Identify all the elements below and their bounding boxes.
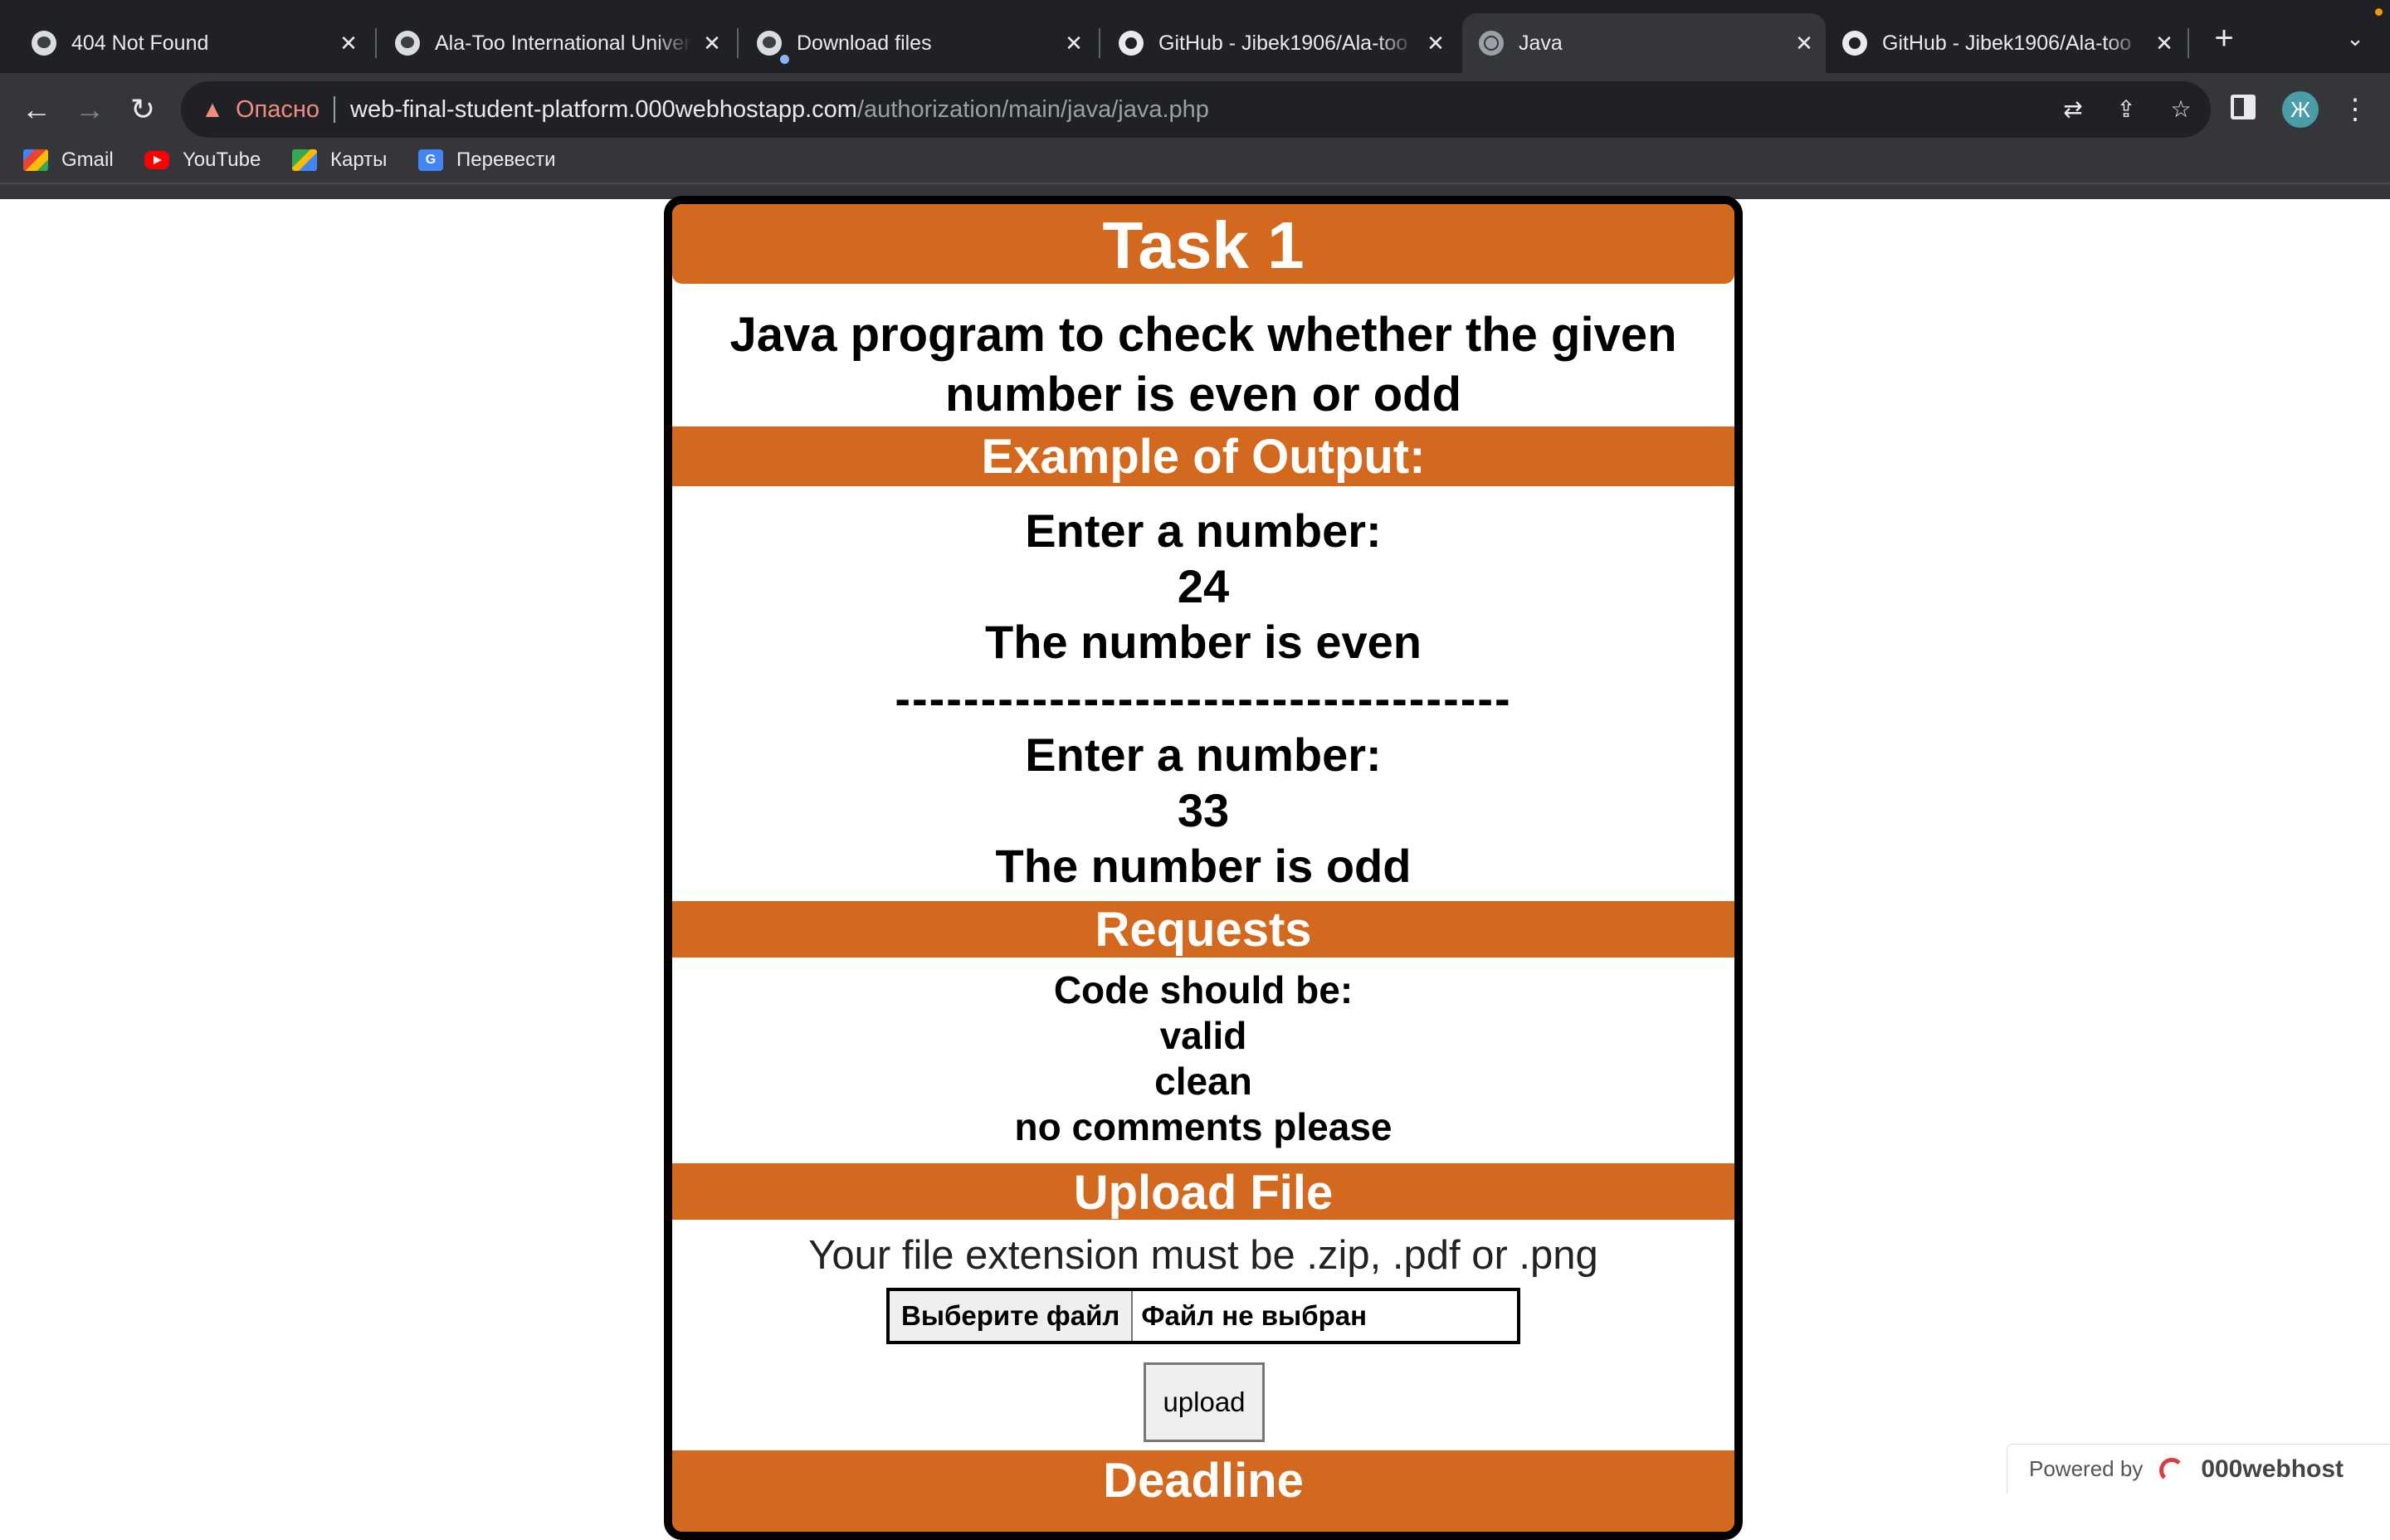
close-icon[interactable]: ✕ <box>1061 30 1087 56</box>
new-tab-button[interactable]: + <box>2207 22 2241 55</box>
example-separator: ------------------------------------ <box>895 672 1512 724</box>
bookmark-label: Gmail <box>61 149 114 171</box>
example1-prompt: Enter a number: <box>1025 504 1382 557</box>
tab-404-not-found[interactable]: 404 Not Found ✕ <box>15 13 370 73</box>
github-icon <box>1119 31 1144 56</box>
avatar[interactable]: Ж <box>2282 91 2319 128</box>
example-output-heading: Example of Output: <box>672 426 1734 486</box>
000webhost-logo-icon <box>2156 1455 2194 1484</box>
share-icon[interactable]: ⇪ <box>2110 93 2143 126</box>
url-path: /authorization/main/java/java.php <box>856 96 1209 123</box>
tab-github-1[interactable]: GitHub - Jibek1906/Ala-too ✕ <box>1102 13 1457 73</box>
reload-button[interactable]: ↻ <box>120 86 166 133</box>
bookmark-maps[interactable]: Карты <box>292 139 387 181</box>
close-icon[interactable]: ✕ <box>2151 30 2178 56</box>
tab-java[interactable]: Java ✕ <box>1462 13 1826 73</box>
url-host: web-final-student-platform.000webhostapp… <box>350 96 857 123</box>
request-item: clean <box>1154 1060 1252 1103</box>
tab-separator <box>1099 28 1100 58</box>
tab-separator <box>2188 28 2189 58</box>
menu-kebab-icon[interactable]: ⋮ <box>2339 91 2372 128</box>
address-bar[interactable]: ▲ Опасно web-final-student-platform.000w… <box>181 81 2211 138</box>
translate-icon[interactable]: ⇄ <box>2056 93 2090 126</box>
side-panel-icon[interactable] <box>2231 95 2256 119</box>
bookmark-youtube[interactable]: YouTube <box>144 139 261 181</box>
google-translate-icon: G <box>418 149 443 171</box>
example2-result: The number is odd <box>995 840 1412 892</box>
tab-title: 404 Not Found <box>71 31 209 55</box>
powered-by-brand: 000webhost <box>2201 1455 2344 1483</box>
close-icon[interactable]: ✕ <box>335 30 362 56</box>
tab-separator <box>375 28 377 58</box>
example2-prompt: Enter a number: <box>1025 729 1382 781</box>
task-description: Java program to check whether the given … <box>729 308 1677 422</box>
tab-title: Download files <box>797 31 932 55</box>
file-input[interactable]: Выберите файл Файл не выбран <box>886 1288 1520 1344</box>
url-text[interactable]: web-final-student-platform.000webhostapp… <box>350 81 1209 138</box>
security-warning-label[interactable]: Опасно <box>236 81 319 138</box>
bookmarks-bar: Gmail YouTube Карты G Перевести <box>0 139 2390 181</box>
requests-heading: Requests <box>672 901 1734 958</box>
bookmark-label: YouTube <box>183 149 261 171</box>
back-button[interactable]: ← <box>13 86 60 133</box>
forward-button[interactable]: → <box>66 86 113 133</box>
elephant-favicon-icon <box>395 31 420 56</box>
notification-dot-icon <box>2375 8 2383 16</box>
bookmark-label: Перевести <box>456 149 556 171</box>
elephant-favicon-icon <box>32 31 56 56</box>
deadline-heading: Deadline <box>672 1450 1734 1532</box>
tab-title: Java <box>1519 31 1563 55</box>
requests-title: Code should be: <box>1053 968 1354 1011</box>
upload-button[interactable]: upload <box>1144 1362 1265 1442</box>
bookmark-label: Карты <box>330 149 388 171</box>
tab-strip: 404 Not Found ✕ Ala-Too International Un… <box>0 0 2390 73</box>
close-icon[interactable]: ✕ <box>1791 30 1817 56</box>
example1-result: The number is even <box>985 616 1422 668</box>
tab-title: GitHub - Jibek1906/Ala-too <box>1882 31 2132 55</box>
bookmark-star-icon[interactable]: ☆ <box>2164 93 2197 126</box>
powered-by-badge[interactable]: Powered by 000webhost <box>2007 1444 2390 1494</box>
maps-icon <box>292 149 317 171</box>
tab-github-2[interactable]: GitHub - Jibek1906/Ala-too ✕ <box>1826 13 2186 73</box>
loading-dot-icon <box>780 55 789 64</box>
file-extension-note: Your file extension must be .zip, .pdf o… <box>808 1233 1598 1278</box>
bookmark-translate[interactable]: G Перевести <box>418 139 556 181</box>
warning-icon[interactable]: ▲ <box>199 96 226 123</box>
youtube-icon <box>144 151 169 169</box>
elephant-favicon-icon <box>757 31 782 56</box>
close-icon[interactable]: ✕ <box>1422 30 1449 56</box>
tab-search-chevron-icon[interactable]: ⌄ <box>2339 22 2372 55</box>
powered-by-label: Powered by <box>2029 1456 2144 1481</box>
tab-title: GitHub - Jibek1906/Ala-too <box>1158 31 1408 55</box>
tab-separator <box>737 28 739 58</box>
bookmark-gmail[interactable]: Gmail <box>23 139 114 181</box>
example1-value: 24 <box>1177 560 1230 612</box>
tab-title: Ala-Too International University <box>435 31 692 55</box>
gmail-icon <box>23 149 48 171</box>
task-title: Task 1 <box>672 204 1734 284</box>
globe-icon <box>1479 31 1504 56</box>
upload-file-heading: Upload File <box>672 1163 1734 1220</box>
viewport-edge <box>0 183 2390 184</box>
github-icon <box>1842 31 1867 56</box>
tab-ala-too-university[interactable]: Ala-Too International University ✕ <box>378 13 734 73</box>
task-card: Task 1 Java program to check whether the… <box>664 196 1743 1540</box>
close-icon[interactable]: ✕ <box>699 30 725 56</box>
file-status-text: Файл не выбран <box>1141 1300 1368 1331</box>
choose-file-button[interactable]: Выберите файл <box>890 1291 1134 1341</box>
example2-value: 33 <box>1177 784 1230 836</box>
url-divider <box>334 96 335 123</box>
tab-download-files[interactable]: Download files ✕ <box>740 13 1095 73</box>
request-item: no comments please <box>1014 1105 1393 1148</box>
request-item: valid <box>1159 1014 1247 1057</box>
